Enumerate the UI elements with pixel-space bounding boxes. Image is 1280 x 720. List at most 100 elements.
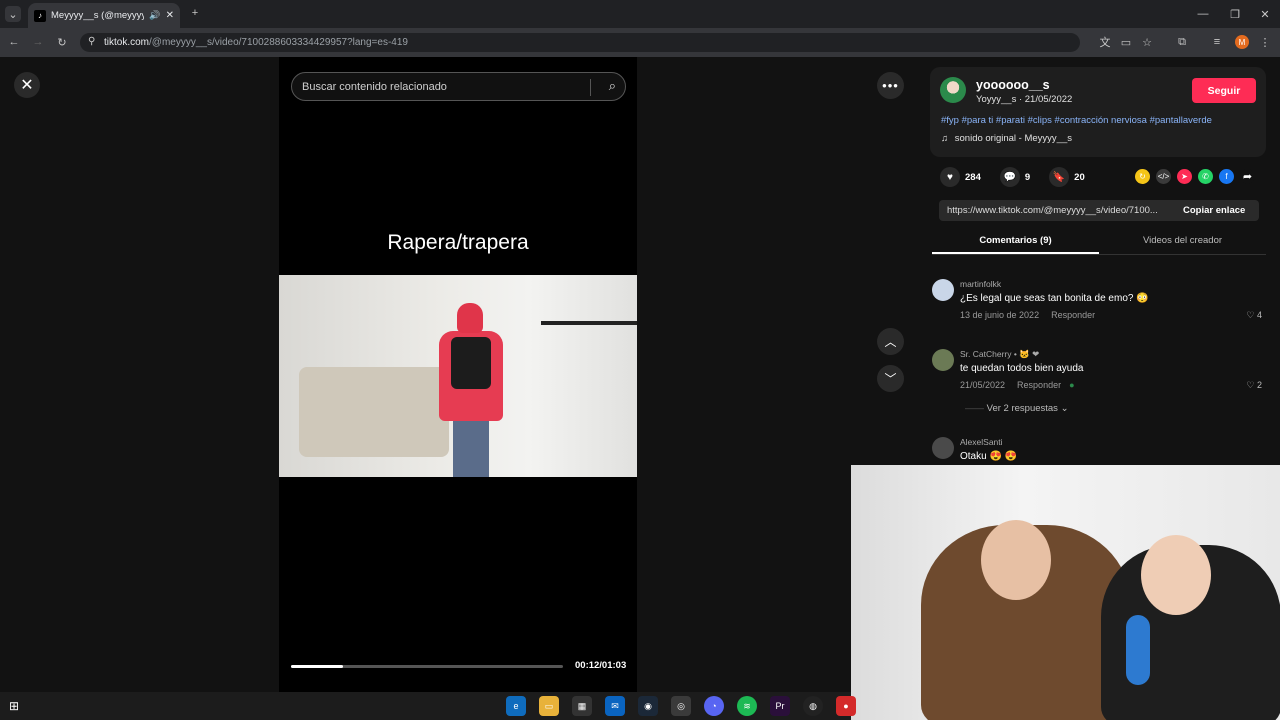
comment-avatar[interactable] bbox=[932, 437, 954, 459]
tab-creator-videos[interactable]: Videos del creador bbox=[1099, 231, 1266, 254]
video-overlay-caption: Rapera/trapera bbox=[387, 231, 529, 254]
webcam-toy bbox=[1126, 615, 1150, 685]
comment-meta: 21/05/2022 Responder ● bbox=[960, 380, 1075, 390]
comment-like-count: 2 bbox=[1256, 380, 1262, 390]
close-video-button[interactable]: ✕ bbox=[14, 72, 40, 98]
webcam-face-left bbox=[981, 520, 1051, 600]
webcam-overlay bbox=[851, 465, 1280, 720]
comment-like[interactable]: ♡ 4 bbox=[1246, 310, 1262, 321]
video-progress-bar[interactable] bbox=[291, 665, 563, 668]
browser-tab[interactable]: ♪ Meyyyy__s (@meyyyy__s) | 🔊 ✕ bbox=[28, 3, 180, 28]
share-arrow-icon[interactable]: ➦ bbox=[1240, 169, 1255, 184]
bookmark-star-icon[interactable]: ☆ bbox=[1140, 35, 1154, 49]
comment-meta: 13 de junio de 2022 Responder bbox=[960, 310, 1095, 320]
author-avatar[interactable] bbox=[940, 77, 966, 103]
outlook-icon[interactable]: ✉ bbox=[605, 696, 625, 716]
video-player[interactable]: Buscar contenido relacionado ⌕ Rapera/tr… bbox=[279, 57, 637, 692]
reload-icon[interactable]: ↻ bbox=[55, 35, 69, 49]
url-domain: tiktok.com bbox=[104, 37, 150, 48]
menu-icon[interactable]: ⋮ bbox=[1258, 35, 1272, 49]
repost-icon[interactable]: ↻ bbox=[1135, 169, 1150, 184]
view-replies-button[interactable]: —— Ver 2 respuestas ⌄ bbox=[965, 403, 1069, 414]
next-video-button[interactable]: ﹀ bbox=[877, 365, 904, 392]
profile-avatar-icon[interactable]: M bbox=[1235, 35, 1249, 49]
comment-avatar[interactable] bbox=[932, 349, 954, 371]
forward-icon[interactable]: → bbox=[31, 35, 45, 49]
video-sound[interactable]: ♫ sonido original - Meyyyy__s bbox=[941, 133, 1072, 144]
browser-tab-bar: ⌄ ♪ Meyyyy__s (@meyyyy__s) | 🔊 ✕ + — ❐ ✕ bbox=[0, 0, 1280, 28]
store-icon[interactable]: ▦ bbox=[572, 696, 592, 716]
comment-count: 9 bbox=[1024, 171, 1031, 183]
bookmark-icon[interactable]: 🔖 bbox=[1049, 167, 1070, 187]
more-options-button[interactable]: ••• bbox=[877, 72, 904, 99]
app-icon[interactable]: ● bbox=[836, 696, 856, 716]
media-icon[interactable]: ≡ bbox=[1210, 35, 1224, 49]
heart-icon[interactable]: ♥ bbox=[940, 167, 960, 187]
discord-icon[interactable]: ◔ bbox=[704, 696, 724, 716]
reply-button[interactable]: Responder bbox=[1051, 310, 1095, 320]
related-search-input[interactable]: Buscar contenido relacionado ⌕ bbox=[291, 72, 626, 101]
video-time: 00:12/01:03 bbox=[575, 660, 627, 671]
follow-button[interactable]: Seguir bbox=[1192, 78, 1256, 103]
previous-video-button[interactable]: ︿ bbox=[877, 328, 904, 355]
premiere-icon[interactable]: Pr bbox=[770, 696, 790, 716]
url-path: /@meyyyy__s/video/7100288603334429957?la… bbox=[149, 37, 408, 48]
author-subline: Yoyyy__s · 21/05/2022 bbox=[976, 94, 1073, 105]
comment-date: 21/05/2022 bbox=[960, 380, 1006, 390]
creator-liked-icon: ● bbox=[1069, 380, 1075, 390]
video-person bbox=[429, 303, 509, 477]
restore-icon[interactable]: ❐ bbox=[1228, 7, 1242, 21]
comment-icon[interactable]: 💬 bbox=[999, 167, 1020, 187]
windows-start-icon[interactable]: ⊞ bbox=[9, 699, 19, 713]
spotify-icon[interactable]: ≋ bbox=[737, 696, 757, 716]
whatsapp-icon[interactable]: ✆ bbox=[1198, 169, 1213, 184]
embed-icon[interactable]: </> bbox=[1156, 169, 1171, 184]
edge-icon[interactable]: e bbox=[506, 696, 526, 716]
comment-text: ¿Es legal que seas tan bonita de emo? 😳 bbox=[960, 293, 1149, 304]
comment-date: 13 de junio de 2022 bbox=[960, 310, 1040, 320]
copy-link-box: https://www.tiktok.com/@meyyyy__s/video/… bbox=[939, 200, 1259, 221]
comment-avatar[interactable] bbox=[932, 279, 954, 301]
author-username[interactable]: yoooooo__s bbox=[976, 78, 1050, 92]
music-note-icon: ♫ bbox=[941, 133, 949, 144]
chrome-icon[interactable]: ◎ bbox=[671, 696, 691, 716]
copy-link-button[interactable]: Copiar enlace bbox=[1175, 205, 1245, 216]
more-icon: ••• bbox=[882, 78, 899, 93]
url-field[interactable]: ⚲ tiktok.com /@meyyyy__s/video/710028860… bbox=[80, 33, 1080, 52]
steam-icon[interactable]: ◉ bbox=[638, 696, 658, 716]
minimize-icon[interactable]: — bbox=[1196, 7, 1210, 21]
video-link[interactable]: https://www.tiktok.com/@meyyyy__s/video/… bbox=[939, 205, 1175, 216]
save-count: 20 bbox=[1074, 171, 1085, 183]
video-sofa bbox=[299, 367, 449, 457]
site-info-icon[interactable]: ⚲ bbox=[88, 36, 95, 47]
search-icon[interactable]: ⌕ bbox=[609, 78, 616, 94]
video-frame[interactable] bbox=[279, 275, 637, 477]
speaker-icon[interactable]: 🔊 bbox=[149, 10, 160, 21]
new-tab-icon[interactable]: + bbox=[188, 6, 202, 20]
facebook-icon[interactable]: f bbox=[1219, 169, 1234, 184]
video-mic-arm bbox=[541, 321, 637, 325]
tiktok-icon: ♪ bbox=[34, 9, 46, 22]
reply-button[interactable]: Responder bbox=[1017, 380, 1061, 390]
translate-icon[interactable]: 文 bbox=[1098, 35, 1112, 49]
tab-search-icon[interactable]: ⌄ bbox=[5, 6, 21, 22]
back-icon[interactable]: ← bbox=[7, 35, 21, 49]
close-tab-icon[interactable]: ✕ bbox=[166, 10, 174, 21]
comment-username[interactable]: Sr. CatCherry • 🐱 ❤ bbox=[960, 349, 1039, 360]
video-progress-fill bbox=[291, 665, 343, 668]
obs-icon[interactable]: ◍ bbox=[803, 696, 823, 716]
heart-outline-icon: ♡ bbox=[1246, 380, 1255, 390]
taskbar-icons: e ▭ ▦ ✉ ◉ ◎ ◔ ≋ Pr ◍ ● bbox=[506, 696, 856, 716]
panel-tabs: Comentarios (9) Videos del creador bbox=[932, 231, 1266, 255]
comment-text: Otaku 😍 😍 bbox=[960, 451, 1018, 462]
install-icon[interactable]: ▭ bbox=[1119, 35, 1133, 49]
comment-username[interactable]: AlexelSanti bbox=[960, 437, 1003, 447]
comment-like[interactable]: ♡ 2 bbox=[1246, 380, 1262, 391]
send-icon[interactable]: ➤ bbox=[1177, 169, 1192, 184]
tab-comments[interactable]: Comentarios (9) bbox=[932, 231, 1099, 254]
file-explorer-icon[interactable]: ▭ bbox=[539, 696, 559, 716]
video-hashtags[interactable]: #fyp #para ti #parati #clips #contracció… bbox=[941, 115, 1212, 126]
close-window-icon[interactable]: ✕ bbox=[1258, 7, 1272, 21]
comment-username[interactable]: martinfolkk bbox=[960, 279, 1001, 289]
extensions-icon[interactable]: ⧉ bbox=[1175, 35, 1189, 49]
